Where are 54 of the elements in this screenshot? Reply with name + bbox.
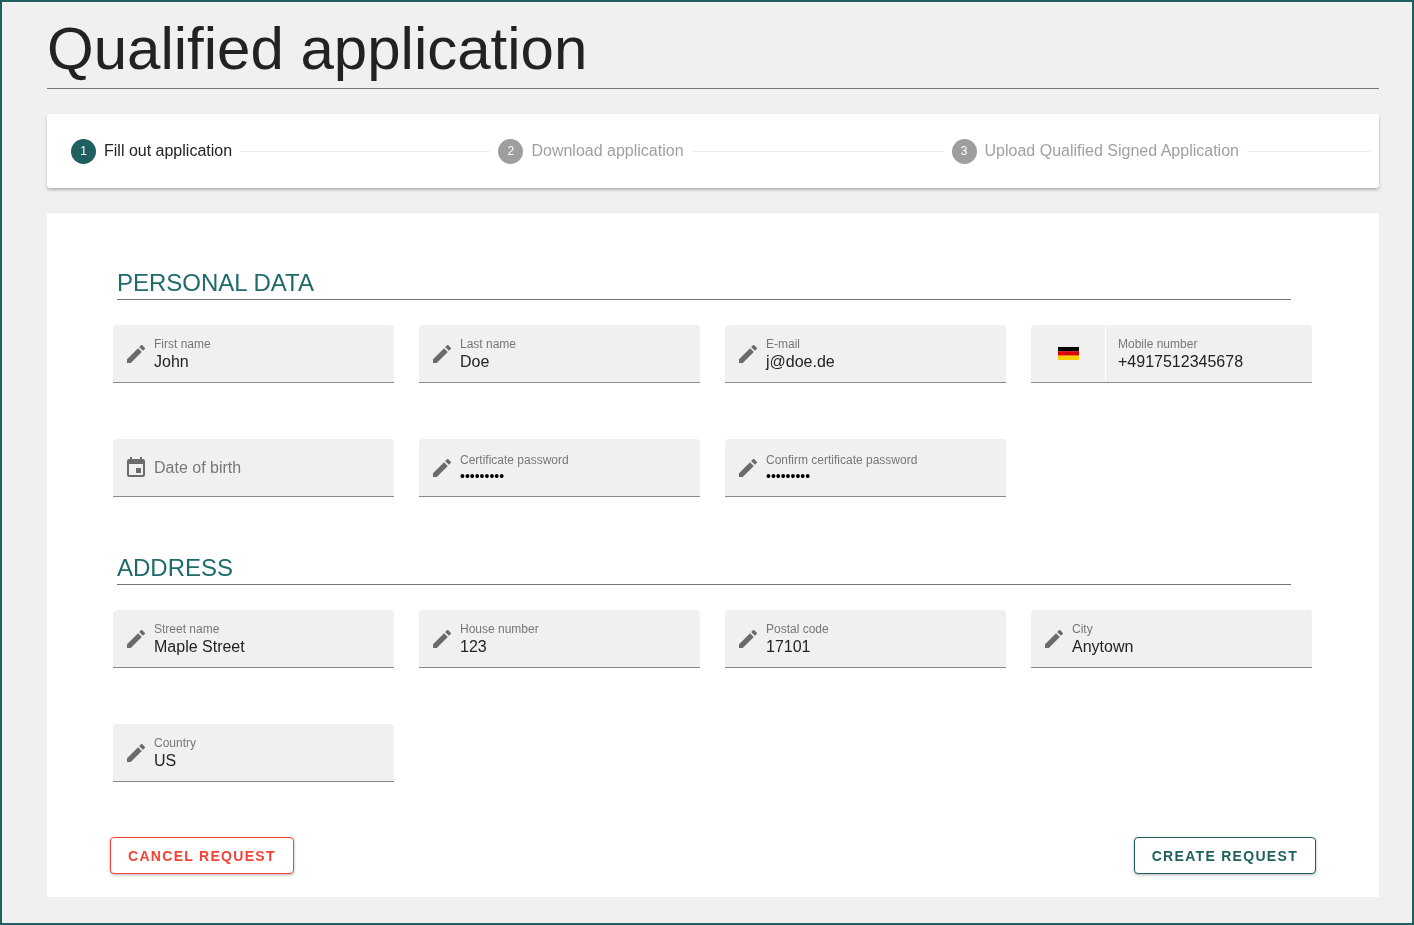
field-value: +4917512345678 <box>1118 352 1244 371</box>
field-value: 17101 <box>766 637 812 656</box>
placeholder-text: Date of birth <box>154 458 242 477</box>
text-field[interactable]: E-mail j@doe.de <box>725 325 1006 383</box>
pencil-icon <box>433 629 451 648</box>
flag-icon <box>1057 347 1079 360</box>
create-button[interactable]: CREATE REQUEST <box>1133 837 1316 874</box>
cancel-button[interactable]: CANCEL REQUEST <box>110 837 294 874</box>
section-title: ADDRESS <box>117 554 1291 585</box>
masked-value: ••••••••• <box>460 468 506 483</box>
field-value: Maple Street <box>154 637 245 656</box>
text-field[interactable]: Last name Doe <box>419 325 700 383</box>
field-label: City <box>1072 621 1094 636</box>
field-label: Confirm certificate password <box>766 452 918 467</box>
field-value: j@doe.de <box>766 352 835 371</box>
pencil-icon <box>127 344 145 363</box>
field-label: E-mail <box>766 336 801 351</box>
pencil-icon <box>433 344 451 363</box>
field-value: Anytown <box>1072 637 1134 656</box>
text-field[interactable]: First name John <box>113 325 394 383</box>
date-field[interactable]: Date of birth <box>113 439 394 497</box>
text-field[interactable]: Street name Maple Street <box>113 610 394 668</box>
calendar-icon <box>127 457 145 478</box>
pencil-icon <box>739 344 757 363</box>
field-label: Last name <box>460 336 517 351</box>
phone-field[interactable]: Mobile number +4917512345678 <box>1031 325 1312 383</box>
field-value: Doe <box>460 352 491 371</box>
pencil-icon <box>1045 629 1063 648</box>
field-value: John <box>154 352 190 371</box>
field-label: Mobile number <box>1118 336 1199 351</box>
pencil-icon <box>127 629 145 648</box>
pencil-icon <box>433 458 451 477</box>
field-label: Postal code <box>766 621 829 636</box>
pencil-icon <box>739 458 757 477</box>
field-label: Certificate password <box>460 452 569 467</box>
field-value: US <box>154 751 178 770</box>
text-field[interactable]: House number 123 <box>419 610 700 668</box>
pencil-icon <box>127 743 145 762</box>
section-title: PERSONAL DATA <box>117 269 1291 300</box>
field-value: 123 <box>460 637 488 656</box>
page-title: Qualified application <box>47 2 1379 89</box>
field-label: House number <box>460 621 539 636</box>
password-field[interactable]: Certificate password ••••••••• <box>419 439 700 497</box>
masked-value: ••••••••• <box>766 468 812 483</box>
field-label: Country <box>154 735 197 750</box>
step-number[interactable]: 1 <box>71 138 96 164</box>
step-label[interactable]: Fill out application <box>104 142 233 160</box>
text-field[interactable]: City Anytown <box>1031 610 1312 668</box>
pencil-icon <box>739 629 757 648</box>
text-field[interactable]: Postal code 17101 <box>725 610 1006 668</box>
text-field[interactable]: Country US <box>113 724 394 782</box>
password-field[interactable]: Confirm certificate password ••••••••• <box>725 439 1006 497</box>
field-label: Street name <box>154 621 221 636</box>
field-label: First name <box>154 336 211 351</box>
